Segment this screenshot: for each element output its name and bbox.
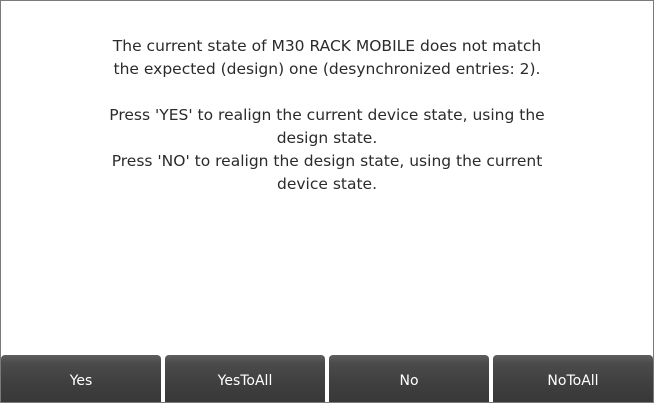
message-line: device state.	[276, 175, 378, 193]
message-line: design state.	[276, 129, 378, 147]
sync-confirmation-dialog: The current state of M30 RACK MOBILE doe…	[0, 0, 654, 403]
message-line: the expected (design) one (desynchronize…	[113, 60, 541, 78]
message-line: Press 'NO' to realign the design state, …	[111, 152, 543, 170]
no-to-all-button[interactable]: NoToAll	[493, 355, 653, 402]
dialog-button-bar: Yes YesToAll No NoToAll	[1, 355, 653, 402]
message-line: Press 'YES' to realign the current devic…	[109, 106, 545, 124]
message-line: The current state of M30 RACK MOBILE doe…	[112, 37, 542, 55]
no-button[interactable]: No	[329, 355, 489, 402]
yes-to-all-button[interactable]: YesToAll	[165, 355, 325, 402]
dialog-message: The current state of M30 RACK MOBILE doe…	[15, 35, 639, 196]
yes-button[interactable]: Yes	[1, 355, 161, 402]
